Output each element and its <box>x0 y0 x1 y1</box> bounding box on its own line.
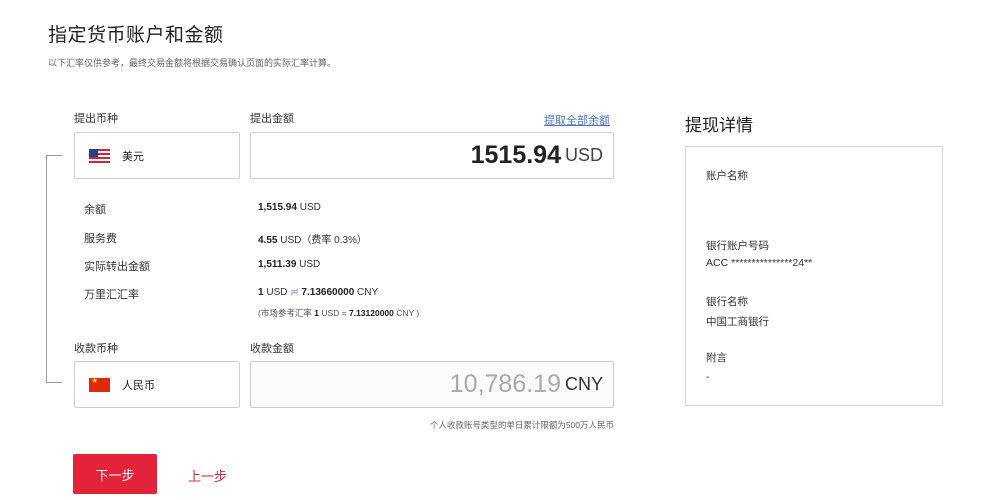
actual-amount-value: 1,511.39 USD <box>258 259 321 270</box>
withdraw-currency-label: 提出币种 <box>74 113 118 125</box>
receive-amount-label: 收款金额 <box>250 343 294 355</box>
account-number-value: ACC ***************24** <box>706 257 813 269</box>
bank-name-label: 银行名称 <box>706 296 748 308</box>
remark-label: 附言 <box>706 352 727 364</box>
us-flag-icon <box>89 148 110 163</box>
exchange-arrows-icon: ≓ <box>290 287 299 298</box>
withdraw-amount-value: 1515.94 <box>470 141 561 169</box>
receive-currency-name: 人民币 <box>122 379 155 392</box>
receive-currency-label: 收款币种 <box>74 343 118 355</box>
market-rate-note: (市场参考汇率 1 USD = 7.13120000 CNY ) <box>258 308 420 318</box>
withdraw-details-title: 提现详情 <box>685 116 753 135</box>
cn-flag-icon <box>89 377 110 392</box>
receive-currency-select[interactable]: 人民币 <box>74 361 240 408</box>
withdraw-amount-label: 提出金额 <box>250 113 294 125</box>
daily-limit-note: 个人收款账号类型的单日累计限额为500万人民币 <box>429 420 614 430</box>
withdraw-details-panel: 账户名称 银行账户号码 ACC ***************24** 银行名称… <box>685 146 943 406</box>
fee-label: 服务费 <box>84 233 117 245</box>
previous-step-link[interactable]: 上一步 <box>188 466 227 485</box>
page-subtitle: 以下汇率仅供参考，最终交易金额将根据交易确认页面的实际汇率计算。 <box>48 58 337 68</box>
withdraw-all-link[interactable]: 提取全部余额 <box>544 112 610 128</box>
actual-amount-label: 实际转出金额 <box>84 261 150 273</box>
account-number-label: 银行账户号码 <box>706 240 769 252</box>
page-title: 指定货币账户和金额 <box>48 25 224 46</box>
exchange-rate-value: 1 USD ≓ 7.13660000 CNY <box>258 287 379 298</box>
withdraw-currency-select[interactable]: 美元 <box>74 132 240 179</box>
connector-bracket <box>46 155 62 383</box>
exchange-rate-label: 万里汇汇率 <box>84 289 139 301</box>
withdraw-currency-name: 美元 <box>122 150 144 163</box>
withdraw-amount-currency: USD <box>564 145 603 165</box>
bank-name-value: 中国工商银行 <box>706 316 769 328</box>
receive-amount-field: 10,786.19 CNY <box>250 361 614 408</box>
balance-label: 余额 <box>84 204 106 216</box>
next-step-button[interactable]: 下一步 <box>73 454 157 494</box>
fee-value: 4.55 USD（费率 0.3%） <box>258 235 367 246</box>
receive-amount-value: 10,786.19 <box>449 370 561 398</box>
receive-amount-currency: CNY <box>564 374 603 394</box>
balance-value: 1,515.94 USD <box>258 202 321 213</box>
account-name-label: 账户名称 <box>706 170 748 182</box>
remark-value: - <box>706 371 710 383</box>
withdraw-amount-input[interactable]: 1515.94 USD <box>250 132 614 179</box>
